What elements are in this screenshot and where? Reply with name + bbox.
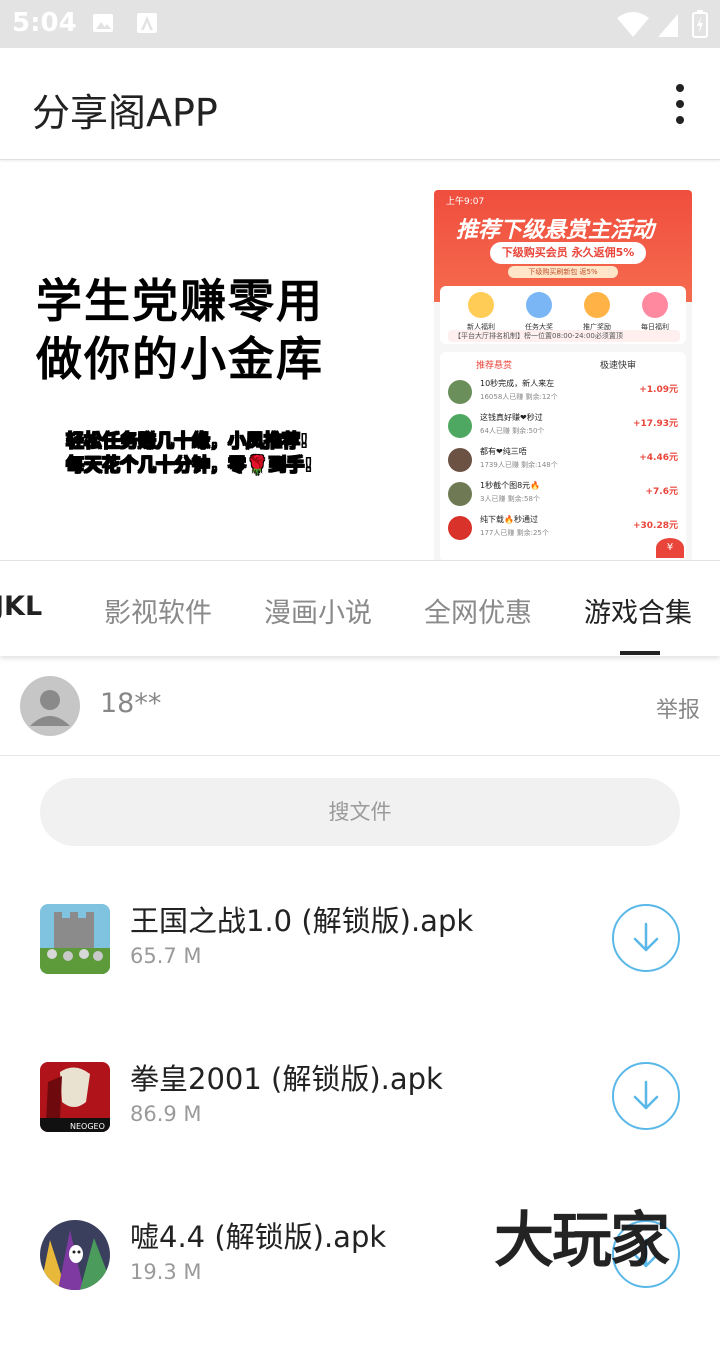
uploader-name: 18** bbox=[100, 688, 162, 719]
more-vert-icon bbox=[676, 84, 684, 92]
download-icon bbox=[633, 1080, 659, 1110]
overflow-menu-button[interactable] bbox=[668, 84, 692, 124]
game-thumb-kingdom-icon bbox=[40, 904, 110, 974]
avatar bbox=[448, 482, 472, 506]
file-name: 拳皇2001 (解锁版).apk bbox=[130, 1062, 443, 1096]
person-icon bbox=[30, 690, 70, 726]
promo-banner[interactable]: 学生党赚零用 做你的小金库 轻松任务赚几十缘，小凤推荐! 每天花个几十分钟，零🌹… bbox=[0, 162, 720, 560]
banner-subtext: 轻松任务赚几十缘，小凤推荐! 每天花个几十分钟，零🌹到手! bbox=[66, 431, 314, 477]
file-size: 19.3 M bbox=[130, 1260, 202, 1284]
file-name: 嘘4.4 (解锁版).apk bbox=[130, 1220, 387, 1254]
status-time: 5:04 bbox=[12, 8, 77, 38]
app-bar: 分享阁APP bbox=[0, 48, 720, 160]
game-thumb-kof-icon: NEOGEO bbox=[40, 1062, 110, 1132]
tab-game-collection[interactable]: 游戏合集 bbox=[584, 591, 692, 630]
file-name: 王国之战1.0 (解锁版).apk bbox=[130, 904, 474, 938]
category-tabs: JKL 影视软件 漫画小说 全网优惠 游戏合集 bbox=[0, 560, 720, 656]
tab-deals[interactable]: 全网优惠 bbox=[424, 591, 532, 630]
avatar bbox=[448, 448, 472, 472]
download-button[interactable] bbox=[612, 904, 680, 972]
download-button[interactable] bbox=[612, 1062, 680, 1130]
megaphone-icon bbox=[584, 292, 610, 318]
image-notification-icon bbox=[92, 12, 114, 38]
banner-phone-screenshot: 上午9:07 推荐下级悬赏主活动 下级购买会员 永久返佣5% 下级购买刷新包 返… bbox=[434, 190, 692, 560]
task-icon bbox=[526, 292, 552, 318]
download-icon bbox=[633, 922, 659, 952]
wifi-icon bbox=[616, 12, 650, 42]
file-size: 86.9 M bbox=[130, 1102, 202, 1126]
avatar bbox=[448, 414, 472, 438]
banner-headline: 学生党赚零用 做你的小金库 bbox=[36, 274, 324, 386]
gift-icon bbox=[468, 292, 494, 318]
tab-video-apps[interactable]: 影视软件 bbox=[104, 591, 212, 630]
file-size: 65.7 M bbox=[130, 944, 202, 968]
avatar bbox=[448, 516, 472, 540]
tab-indicator bbox=[620, 651, 660, 655]
list-item[interactable]: NEOGEO 拳皇2001 (解锁版).apk 86.9 M bbox=[0, 1062, 720, 1192]
calendar-icon bbox=[642, 292, 668, 318]
avatar[interactable] bbox=[20, 676, 80, 736]
svg-text:NEOGEO: NEOGEO bbox=[70, 1122, 105, 1131]
battery-icon bbox=[692, 10, 708, 42]
search-files-input[interactable]: 搜文件 bbox=[40, 778, 680, 846]
tab-jkl[interactable]: JKL bbox=[0, 591, 42, 622]
app-title: 分享阁APP bbox=[32, 91, 218, 135]
avatar bbox=[448, 380, 472, 404]
tab-comics-novels[interactable]: 漫画小说 bbox=[264, 591, 372, 630]
uploader-row: 18** 举报 bbox=[0, 656, 720, 756]
report-button[interactable]: 举报 bbox=[656, 692, 700, 724]
list-item[interactable]: 王国之战1.0 (解锁版).apk 65.7 M bbox=[0, 904, 720, 1034]
app-notification-icon bbox=[136, 12, 158, 38]
watermark: 大玩家 bbox=[494, 1206, 670, 1276]
red-envelope-icon: ¥ bbox=[656, 538, 684, 558]
status-bar: 5:04 bbox=[0, 0, 720, 48]
signal-icon bbox=[656, 12, 680, 42]
